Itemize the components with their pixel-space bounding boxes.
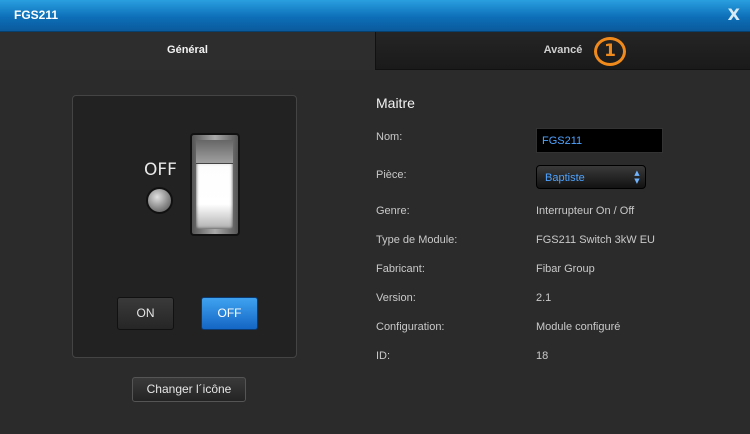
select-updown-icon: ▲ ▼ [634,169,640,185]
tab-avance[interactable]: Avancé [375,32,750,70]
window-title: FGS211 [14,8,59,22]
section-title: Maitre [376,95,415,111]
version-value: 2.1 [536,292,552,304]
switch-rocker-shade [196,140,233,164]
module-type-label: Type de Module: [376,234,458,246]
id-value: 18 [536,350,549,362]
genre-value: Interrupteur On / Off [536,205,635,217]
configuration-value: Module configuré [536,321,621,333]
genre-label: Genre: [376,205,410,217]
close-icon[interactable]: X [728,5,740,24]
manufacturer-value: Fibar Group [536,263,595,275]
title-bar: FGS211 X [0,0,750,32]
annotation-badge: 1 [594,37,626,66]
version-label: Version: [376,292,416,304]
tab-general[interactable]: Général [0,32,375,70]
room-label: Pièce: [376,169,407,181]
configuration-label: Configuration: [376,321,445,333]
name-label: Nom: [376,131,403,143]
on-button[interactable]: ON [117,297,174,330]
room-select-value: Baptiste [545,172,585,184]
id-label: ID: [376,350,391,362]
off-button[interactable]: OFF [201,297,258,330]
device-icon-panel [72,95,297,358]
manufacturer-label: Fabricant: [376,263,425,275]
tab-bar: Général Avancé [0,32,750,70]
module-type-value: FGS211 Switch 3kW EU [536,234,655,246]
device-state-label: OFF [144,160,177,180]
room-select[interactable]: Baptiste ▲ ▼ [536,165,646,189]
name-input[interactable] [536,128,663,153]
change-icon-button[interactable]: Changer l´icône [132,377,246,402]
status-led-icon [146,187,173,214]
